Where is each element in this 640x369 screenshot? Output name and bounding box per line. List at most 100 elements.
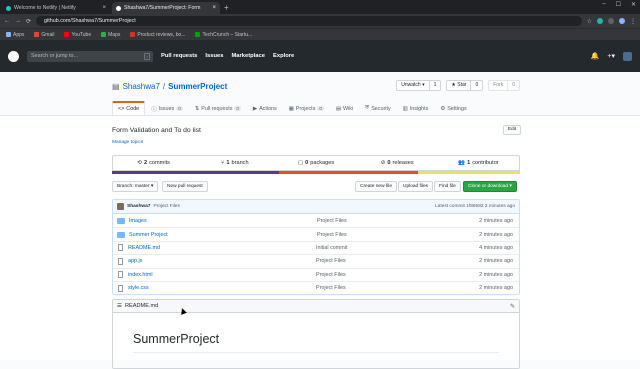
tab-title: Welcome to Netlify | Netlify [14, 5, 76, 11]
file-name-link[interactable]: Images [129, 218, 317, 224]
minimize-icon[interactable]: – [602, 1, 605, 8]
summary-branch[interactable]: ⑂ 1 branch [194, 156, 275, 170]
manage-topics-link[interactable]: Manage topics [112, 140, 143, 145]
find-file-button[interactable]: Find file [434, 181, 461, 192]
tab-icon: ▶ [252, 105, 258, 112]
notification-bell-icon[interactable]: 🔔 [591, 52, 600, 60]
search-input[interactable]: Search or jump to... / [27, 50, 153, 62]
file-name-link[interactable]: Summer Project [129, 232, 317, 238]
nav-marketplace[interactable]: Marketplace [231, 53, 265, 59]
repo-name-link[interactable]: SummerProject [168, 82, 227, 91]
fork-button[interactable]: Fork 0 [488, 80, 520, 91]
github-favicon-icon [116, 5, 121, 11]
file-commit-message[interactable]: Project Files [316, 272, 467, 278]
file-toolbar: Branch: master ▾ New pull request Create… [112, 181, 520, 192]
branch-selector[interactable]: Branch: master ▾ [112, 181, 159, 192]
language-segment[interactable] [112, 171, 280, 174]
readme-heading: SummerProject [133, 332, 220, 346]
tab-settings[interactable]: ⚙ Settings [434, 101, 472, 115]
close-tab-icon[interactable]: × [212, 5, 216, 11]
file-name-link[interactable]: README.md [128, 245, 316, 251]
reload-icon[interactable]: ⟳ [26, 18, 31, 25]
commit-message[interactable]: Project Files [153, 204, 179, 209]
menu-icon[interactable]: ⋮ [630, 18, 636, 25]
edit-description-button[interactable]: Edit [503, 125, 521, 135]
star-count: 0 [470, 81, 482, 90]
profile-avatar[interactable] [619, 18, 625, 24]
upload-files-button[interactable]: Upload files [398, 181, 434, 192]
browser-tab-github[interactable]: Shashwa7/SummerProject: Form × [112, 2, 220, 14]
watch-button[interactable]: Unwatch ▾ 1 [396, 80, 442, 91]
repo-description: Form Validation and To do list [112, 127, 201, 134]
latest-commit-info[interactable]: Latest commit 1f86582 2 minutes ago [435, 204, 515, 209]
repo-main: Form Validation and To do list Manage to… [0, 116, 640, 369]
file-row: Images Project Files 2 minutes ago [113, 214, 519, 227]
close-window-icon[interactable]: ✕ [631, 1, 636, 8]
create-new-menu[interactable]: +▾ [607, 52, 615, 60]
file-commit-message[interactable]: Project Files [316, 258, 467, 264]
file-commit-message[interactable]: Project Files [316, 285, 467, 291]
cnet-icon [130, 32, 136, 37]
summary-count: 0 [305, 160, 309, 166]
close-tab-icon[interactable]: × [102, 5, 106, 11]
bookmark-youtube[interactable]: YouTube [64, 32, 91, 38]
file-commit-message[interactable]: Project Files [317, 232, 467, 238]
new-tab-button[interactable]: + [224, 2, 229, 14]
language-segment[interactable] [279, 171, 418, 174]
back-icon[interactable]: ← [4, 18, 10, 24]
github-logo-icon[interactable] [8, 50, 19, 62]
address-bar[interactable]: github.com/Shashwa7/SummerProject [36, 16, 582, 26]
extension-icon[interactable] [597, 18, 603, 24]
bookmark-maps[interactable]: Maps [101, 32, 120, 38]
summary-contributor[interactable]: 👥 1 contributor [438, 156, 519, 170]
maximize-icon[interactable]: ☐ [616, 1, 621, 8]
forward-icon[interactable]: → [15, 18, 21, 24]
bookmark-techcrunch[interactable]: TechCrunch – Startu... [195, 32, 252, 38]
tab-security[interactable]: ⛨ Security [359, 101, 397, 115]
tab-wiki[interactable]: ▤ Wiki [330, 101, 359, 115]
file-name-link[interactable]: style.css [128, 285, 316, 291]
edit-pencil-icon[interactable]: ✎ [510, 303, 515, 310]
language-segment[interactable] [417, 171, 520, 174]
youtube-icon [64, 32, 70, 37]
file-name-link[interactable]: app.js [128, 258, 316, 264]
create-new-file-button[interactable]: Create new file [355, 181, 397, 192]
browser-tab-netlify[interactable]: Welcome to Netlify | Netlify × [2, 2, 110, 14]
clone-download-button[interactable]: Clone or download ▾ [463, 181, 517, 192]
new-pull-request-button[interactable]: New pull request [162, 181, 208, 192]
star-label: ★ Star [451, 82, 467, 88]
tab-projects[interactable]: ▦ Projects 0 [283, 101, 330, 115]
bookmark-gmail[interactable]: Gmail [34, 32, 54, 38]
avatar[interactable] [623, 51, 632, 61]
file-age: 2 minutes ago [479, 231, 513, 238]
tab-insights[interactable]: ▥ Insights [397, 101, 435, 115]
tab-pull-requests[interactable]: ⇅ Pull requests 0 [189, 101, 247, 115]
extension-icon[interactable] [608, 18, 614, 24]
tab-icon: ▤ [335, 105, 341, 112]
star-button[interactable]: ★ Star 0 [446, 80, 484, 91]
summary-packages[interactable]: ▢ 0 packages [275, 156, 356, 170]
tab-actions[interactable]: ▶ Actions [247, 101, 283, 115]
summary-commits[interactable]: ⟲ 2 commits [113, 156, 194, 170]
file-name-link[interactable]: index.html [128, 272, 316, 278]
fork-label: Fork [493, 82, 504, 88]
tab-icon: ⛨ [365, 105, 370, 111]
nav-explore[interactable]: Explore [273, 53, 294, 59]
summary-count: 1 [226, 160, 230, 166]
bookmark-cnet[interactable]: Product reviews, bo... [130, 32, 185, 38]
file-commit-message[interactable]: Initial commit [316, 245, 467, 251]
file-age: 2 minutes ago [479, 217, 513, 224]
repo-owner-link[interactable]: Shashwa7 [123, 82, 160, 91]
nav-issues[interactable]: Issues [205, 53, 223, 59]
commit-author[interactable]: Shashwa7 [127, 204, 150, 209]
bookmark-star-icon[interactable]: ☆ [587, 18, 592, 25]
bookmark-apps[interactable]: Apps [6, 32, 24, 38]
file-commit-message[interactable]: Project Files [317, 218, 467, 224]
commit-author-avatar [117, 203, 124, 210]
tab-code[interactable]: <> Code [112, 101, 146, 115]
tab-issues[interactable]: ⓘ Issues 0 [145, 101, 189, 115]
summary-releases[interactable]: ⊘ 0 releases [357, 156, 438, 170]
address-text: github.com/Shashwa7/SummerProject [44, 18, 136, 24]
nav-pull-requests[interactable]: Pull requests [161, 53, 197, 59]
fork-count: 0 [507, 81, 519, 90]
